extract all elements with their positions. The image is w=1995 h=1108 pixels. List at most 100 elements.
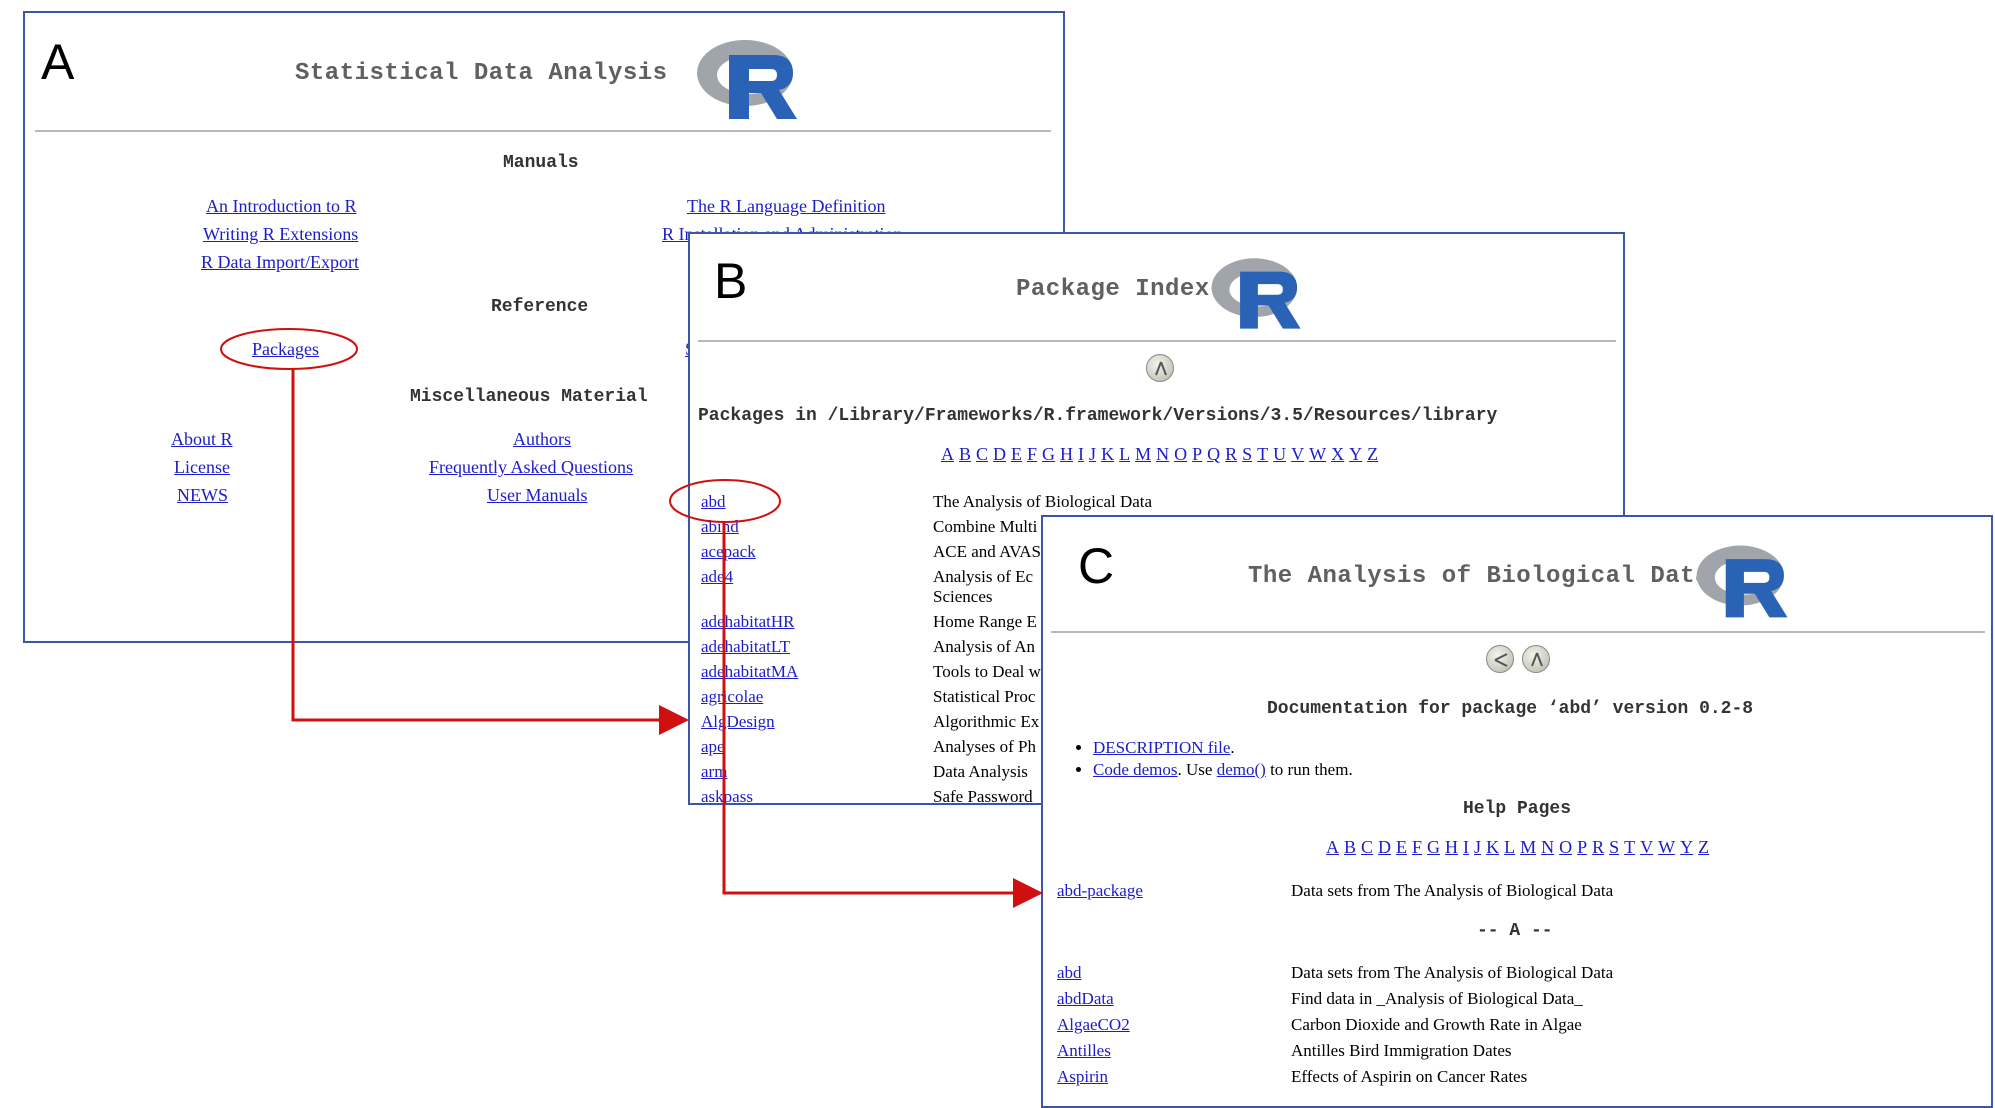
license-link[interactable]: License: [174, 457, 230, 478]
package-link[interactable]: adehabitatHR: [701, 612, 794, 632]
section-marker: -- A --: [1477, 921, 1553, 941]
alpha-letter-link[interactable]: D: [993, 444, 1006, 464]
package-link[interactable]: ape: [701, 737, 725, 757]
alphabet-nav: ABCDEFGHIJKLMNOPRSTVWYZ: [1326, 837, 1714, 858]
alpha-letter-link[interactable]: F: [1412, 837, 1422, 857]
package-link[interactable]: AlgDesign: [701, 712, 775, 732]
package-description: ACE and AVAS: [933, 542, 1042, 561]
alpha-letter-link[interactable]: B: [959, 444, 971, 464]
authors-link[interactable]: Authors: [513, 429, 571, 450]
about-r-link[interactable]: About R: [171, 429, 233, 450]
faq-link[interactable]: Frequently Asked Questions: [429, 457, 633, 478]
alpha-letter-link[interactable]: C: [1361, 837, 1373, 857]
help-page-link[interactable]: Aspirin: [1057, 1067, 1108, 1087]
user-manuals-link[interactable]: User Manuals: [487, 485, 587, 506]
help-page-link[interactable]: AlgaeCO2: [1057, 1015, 1130, 1035]
alpha-letter-link[interactable]: B: [1344, 837, 1356, 857]
misc-heading: Miscellaneous Material: [410, 387, 648, 407]
doc-links-list: DESCRIPTION file. Code demos. Use demo()…: [1073, 737, 1353, 781]
list-item: Code demos. Use demo() to run them.: [1093, 759, 1353, 781]
writing-r-extensions-link[interactable]: Writing R Extensions: [203, 224, 358, 245]
reference-heading: Reference: [491, 297, 589, 317]
r-data-import-export-link[interactable]: R Data Import/Export: [201, 252, 359, 273]
abd-package-link[interactable]: abd-package: [1057, 881, 1143, 901]
alpha-letter-link[interactable]: K: [1486, 837, 1499, 857]
alpha-letter-link[interactable]: G: [1042, 444, 1055, 464]
package-link[interactable]: abd: [701, 492, 726, 512]
package-link[interactable]: acepack: [701, 542, 756, 562]
alpha-letter-link[interactable]: K: [1101, 444, 1114, 464]
r-language-definition-link[interactable]: The R Language Definition: [687, 196, 885, 217]
alpha-letter-link[interactable]: S: [1609, 837, 1619, 857]
alpha-letter-link[interactable]: V: [1640, 837, 1653, 857]
alpha-letter-link[interactable]: V: [1291, 444, 1304, 464]
alpha-letter-link[interactable]: P: [1192, 444, 1202, 464]
alpha-letter-link[interactable]: G: [1427, 837, 1440, 857]
package-link[interactable]: ade4: [701, 567, 733, 587]
alpha-letter-link[interactable]: H: [1060, 444, 1073, 464]
package-link[interactable]: abind: [701, 517, 739, 537]
alpha-letter-link[interactable]: I: [1463, 837, 1469, 857]
alpha-letter-link[interactable]: I: [1078, 444, 1084, 464]
alpha-letter-link[interactable]: U: [1273, 444, 1286, 464]
alpha-letter-link[interactable]: E: [1011, 444, 1022, 464]
alpha-letter-link[interactable]: T: [1624, 837, 1635, 857]
alpha-letter-link[interactable]: P: [1577, 837, 1587, 857]
alpha-letter-link[interactable]: J: [1474, 837, 1481, 857]
alpha-letter-link[interactable]: Q: [1207, 444, 1220, 464]
bullet-text: .: [1230, 738, 1235, 757]
up-arrow-icon[interactable]: [1146, 354, 1174, 382]
help-page-link[interactable]: Antilles: [1057, 1041, 1111, 1061]
alpha-letter-link[interactable]: J: [1089, 444, 1096, 464]
alpha-letter-link[interactable]: F: [1027, 444, 1037, 464]
package-description: Home Range E: [933, 612, 1037, 631]
alpha-letter-link[interactable]: T: [1257, 444, 1268, 464]
alpha-letter-link[interactable]: D: [1378, 837, 1391, 857]
alpha-letter-link[interactable]: W: [1658, 837, 1675, 857]
alpha-letter-link[interactable]: X: [1331, 444, 1344, 464]
alpha-letter-link[interactable]: E: [1396, 837, 1407, 857]
alpha-letter-link[interactable]: M: [1520, 837, 1536, 857]
alpha-letter-link[interactable]: R: [1592, 837, 1604, 857]
package-link[interactable]: adehabitatLT: [701, 637, 790, 657]
help-page-link[interactable]: abdData: [1057, 989, 1114, 1009]
help-page-link[interactable]: abd: [1057, 963, 1082, 983]
alpha-letter-link[interactable]: N: [1541, 837, 1554, 857]
alpha-letter-link[interactable]: C: [976, 444, 988, 464]
documentation-heading: Documentation for package ‘abd’ version …: [1267, 699, 1754, 719]
description-file-link[interactable]: DESCRIPTION file: [1093, 738, 1230, 757]
alpha-letter-link[interactable]: Z: [1698, 837, 1709, 857]
page-title: Statistical Data Analysis: [295, 60, 668, 87]
back-arrow-icon[interactable]: [1486, 645, 1514, 673]
entry-description: Carbon Dioxide and Growth Rate in Algae: [1291, 1015, 1582, 1034]
alpha-letter-link[interactable]: M: [1135, 444, 1151, 464]
demo-function-link[interactable]: demo(): [1217, 760, 1266, 779]
news-link[interactable]: NEWS: [177, 485, 228, 506]
alpha-letter-link[interactable]: S: [1242, 444, 1252, 464]
packages-link[interactable]: Packages: [252, 339, 319, 360]
package-description: Analyses of Ph: [933, 737, 1036, 756]
up-arrow-icon[interactable]: [1522, 645, 1550, 673]
alpha-letter-link[interactable]: R: [1225, 444, 1237, 464]
package-description: The Analysis of Biological Data: [933, 492, 1153, 511]
package-link[interactable]: askpass: [701, 787, 753, 803]
alpha-letter-link[interactable]: A: [1326, 837, 1339, 857]
alpha-letter-link[interactable]: H: [1445, 837, 1458, 857]
package-link[interactable]: arm: [701, 762, 727, 782]
alpha-letter-link[interactable]: O: [1559, 837, 1572, 857]
package-link[interactable]: adehabitatMA: [701, 662, 798, 682]
package-link[interactable]: agricolae: [701, 687, 763, 707]
alpha-letter-link[interactable]: O: [1174, 444, 1187, 464]
alpha-letter-link[interactable]: L: [1119, 444, 1130, 464]
panel-label-a: A: [41, 34, 75, 90]
alpha-letter-link[interactable]: Y: [1680, 837, 1693, 857]
alpha-letter-link[interactable]: Z: [1367, 444, 1378, 464]
alpha-letter-link[interactable]: A: [941, 444, 954, 464]
alpha-letter-link[interactable]: Y: [1349, 444, 1362, 464]
entry-description: Data sets from The Analysis of Biologica…: [1291, 963, 1614, 982]
intro-to-r-link[interactable]: An Introduction to R: [206, 196, 357, 217]
code-demos-link[interactable]: Code demos: [1093, 760, 1178, 779]
alpha-letter-link[interactable]: L: [1504, 837, 1515, 857]
alpha-letter-link[interactable]: W: [1309, 444, 1326, 464]
alpha-letter-link[interactable]: N: [1156, 444, 1169, 464]
